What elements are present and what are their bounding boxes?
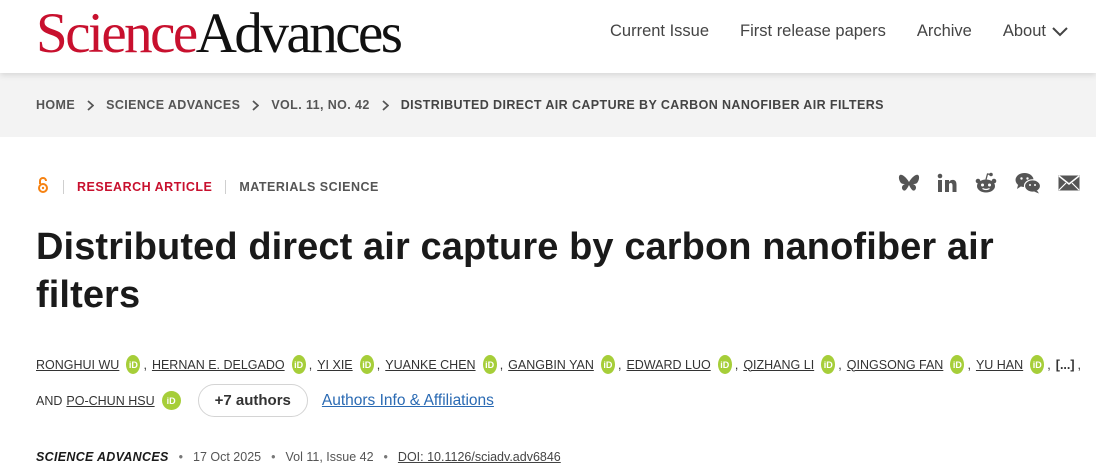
doi-link[interactable]: DOI: 10.1126/sciadv.adv6846 xyxy=(398,450,561,464)
separator: • xyxy=(178,450,183,464)
author-link[interactable]: YI XIE xyxy=(317,358,352,372)
authors-affiliations-link[interactable]: Authors Info & Affiliations xyxy=(322,392,494,410)
separator: • xyxy=(383,450,388,464)
breadcrumb-home[interactable]: HOME xyxy=(36,98,75,112)
breadcrumb-current: DISTRIBUTED DIRECT AIR CAPTURE BY CARBON… xyxy=(400,98,884,112)
more-authors-button[interactable]: +7 authors xyxy=(197,384,308,417)
breadcrumb-bar: HOME SCIENCE ADVANCES VOL. 11, NO. 42 DI… xyxy=(0,73,1096,137)
orcid-icon[interactable]: iD xyxy=(821,355,836,374)
nav-about-label: About xyxy=(1002,22,1046,40)
orcid-icon[interactable]: iD xyxy=(291,355,306,374)
chevron-down-icon xyxy=(1052,26,1068,36)
orcid-icon[interactable]: iD xyxy=(600,355,615,374)
nav-current-issue[interactable]: Current Issue xyxy=(610,22,709,41)
linkedin-icon[interactable] xyxy=(937,173,957,193)
author-link[interactable]: YUANKE CHEN xyxy=(385,358,475,372)
article-type: RESEARCH ARTICLE xyxy=(77,179,213,194)
nav-archive[interactable]: Archive xyxy=(917,22,972,41)
publication-date: 17 Oct 2025 xyxy=(193,450,262,464)
orcid-icon[interactable]: iD xyxy=(161,391,181,410)
orcid-icon[interactable]: iD xyxy=(717,355,732,374)
author-link[interactable]: YU HAN xyxy=(976,358,1023,372)
authors-ellipsis[interactable]: [...] xyxy=(1056,358,1075,372)
reddit-icon[interactable] xyxy=(974,172,998,194)
divider xyxy=(225,179,227,194)
orcid-icon[interactable]: iD xyxy=(359,355,374,374)
citation-line: SCIENCE ADVANCES • 17 Oct 2025 • Vol 11,… xyxy=(36,450,561,464)
article-meta: RESEARCH ARTICLE MATERIALS SCIENCE xyxy=(36,176,379,197)
chevron-right-icon xyxy=(382,99,389,111)
author-link[interactable]: GANGBIN YAN xyxy=(508,358,594,372)
breadcrumb: HOME SCIENCE ADVANCES VOL. 11, NO. 42 DI… xyxy=(36,98,884,112)
breadcrumb-issue[interactable]: VOL. 11, NO. 42 xyxy=(271,98,369,112)
orcid-icon[interactable]: iD xyxy=(1030,355,1045,374)
nav-first-release-papers[interactable]: First release papers xyxy=(740,22,886,41)
wechat-icon[interactable] xyxy=(1015,172,1041,194)
author-link[interactable]: EDWARD LUO xyxy=(626,358,710,372)
logo-advances: Advances xyxy=(195,2,403,65)
orcid-icon[interactable]: iD xyxy=(126,355,141,374)
divider xyxy=(63,179,64,194)
main-nav: Current Issue First release papers Archi… xyxy=(610,22,1068,41)
author-link[interactable]: HERNAN E. DELGADO xyxy=(152,358,285,372)
share-bar xyxy=(898,172,1080,194)
author-link[interactable]: RONGHUI WU xyxy=(36,358,119,372)
author-link[interactable]: QIZHANG LI xyxy=(743,358,814,372)
author-link[interactable]: PO-CHUN HSU xyxy=(66,394,154,408)
site-logo[interactable]: ScienceAdvances xyxy=(36,2,403,65)
site-header: ScienceAdvances Current Issue First rele… xyxy=(0,0,1096,73)
separator: • xyxy=(271,450,276,464)
nav-about[interactable]: About xyxy=(1003,22,1068,41)
author-list-end: AND PO-CHUN HSU iD +7 authors Authors Inf… xyxy=(36,384,494,417)
bluesky-icon[interactable] xyxy=(898,173,920,193)
email-icon[interactable] xyxy=(1058,175,1080,191)
journal-name: SCIENCE ADVANCES xyxy=(36,450,169,464)
article-title: Distributed direct air capture by carbon… xyxy=(36,226,994,316)
breadcrumb-journal[interactable]: SCIENCE ADVANCES xyxy=(106,98,240,112)
volume-issue: Vol 11, Issue 42 xyxy=(285,450,374,464)
chevron-right-icon xyxy=(87,99,95,111)
and-label: AND xyxy=(36,393,63,408)
author-list: RONGHUI WU iD, HERNAN E. DELGADO iD, YI XI… xyxy=(36,355,1086,374)
logo-science: Science xyxy=(36,2,198,65)
article-subject[interactable]: MATERIALS SCIENCE xyxy=(239,180,379,194)
orcid-icon[interactable]: iD xyxy=(482,355,497,374)
open-access-icon xyxy=(36,176,50,197)
orcid-icon[interactable]: iD xyxy=(950,355,965,374)
chevron-right-icon xyxy=(252,99,260,111)
author-link[interactable]: QINGSONG FAN xyxy=(847,358,944,372)
